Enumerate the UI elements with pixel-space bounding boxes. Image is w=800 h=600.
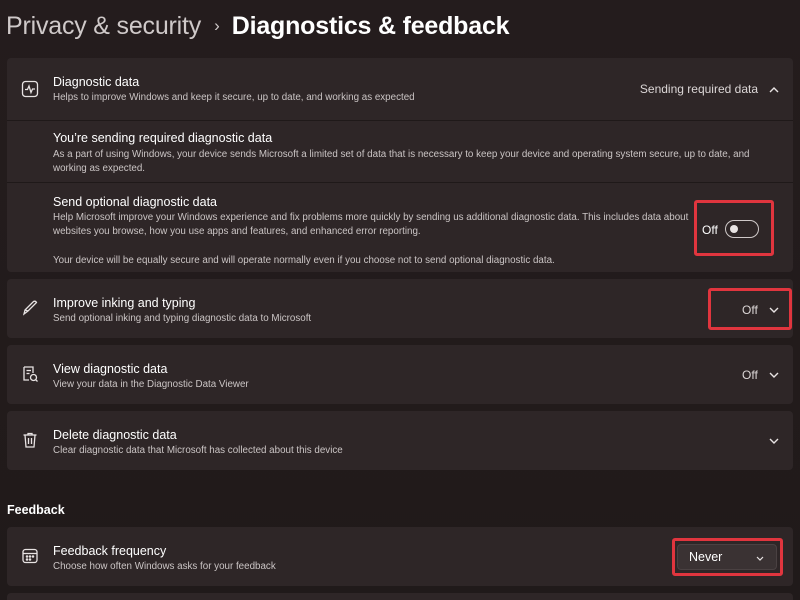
page-title: Diagnostics & feedback [231,11,510,40]
required-data-title: You’re sending required diagnostic data [53,131,273,145]
settings-page: Privacy & security › Diagnostics & feedb… [0,0,800,600]
feedback-section-label: Feedback [7,503,65,517]
required-data-description: As a part of using Windows, your device … [53,149,750,174]
diagnostic-data-title: Diagnostic data [53,75,140,89]
inking-typing-title: Improve inking and typing [53,296,196,310]
optional-data-note: Your device will be equally secure and w… [53,255,555,266]
calendar-icon [21,547,39,565]
pen-icon [21,299,39,317]
chevron-down-icon[interactable] [768,435,780,447]
feedback-frequency-title: Feedback frequency [53,544,167,558]
breadcrumb-privacy-security[interactable]: Privacy & security [6,12,201,41]
required-data-info: You’re sending required diagnostic data … [7,121,793,182]
pulse-chart-icon [21,80,39,98]
optional-data-row: Send optional diagnostic data Help Micro… [7,183,793,272]
highlight-box-optional-toggle [694,200,774,256]
delete-diagnostic-title: Delete diagnostic data [53,428,177,442]
breadcrumb: Privacy & security › Diagnostics & feedb… [6,8,510,44]
view-diagnostic-card[interactable]: View diagnostic data View your data in t… [7,345,793,404]
delete-diagnostic-card[interactable]: Delete diagnostic data Clear diagnostic … [7,411,793,470]
view-diagnostic-description: View your data in the Diagnostic Data Vi… [53,379,249,390]
document-search-icon [21,365,39,383]
chevron-up-icon[interactable] [768,84,780,96]
view-diagnostic-title: View diagnostic data [53,362,168,376]
chevron-down-icon[interactable] [768,369,780,381]
diagnostic-data-card: Diagnostic data Helps to improve Windows… [7,58,793,272]
diagnostic-data-description: Helps to improve Windows and keep it sec… [53,92,415,103]
highlight-box-inking-dropdown [708,288,792,330]
optional-data-title: Send optional diagnostic data [53,195,218,209]
inking-typing-description: Send optional inking and typing diagnost… [53,313,312,324]
breadcrumb-separator: › [214,16,220,35]
highlight-box-feedback-select [672,538,783,576]
next-setting-card [7,593,793,600]
diagnostic-data-status: Sending required data [639,82,758,96]
feedback-frequency-description: Choose how often Windows asks for your f… [53,561,276,572]
inking-typing-card[interactable]: Improve inking and typing Send optional … [7,279,793,338]
view-diagnostic-value: Off [742,368,758,382]
trash-icon [21,431,39,449]
delete-diagnostic-description: Clear diagnostic data that Microsoft has… [53,445,343,456]
optional-data-description: Help Microsoft improve your Windows expe… [53,212,689,237]
diagnostic-data-header[interactable]: Diagnostic data Helps to improve Windows… [7,58,793,120]
